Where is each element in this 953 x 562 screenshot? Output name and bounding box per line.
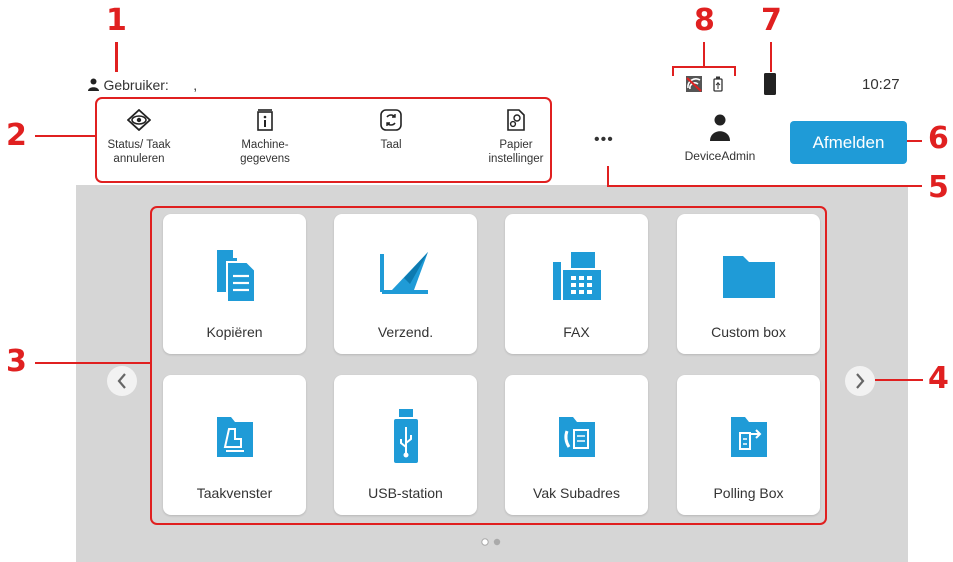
account-icon: [710, 114, 730, 141]
annotation-box-system-menu: [95, 97, 552, 183]
callout-line-3: [35, 362, 150, 364]
user-value: ,: [193, 77, 198, 93]
annotation-bracket-status: [672, 66, 736, 76]
callout-6: 6: [928, 121, 949, 156]
usb-status-icon: [713, 76, 724, 92]
status-icons: [686, 76, 724, 97]
user-icon: [88, 78, 99, 91]
clock: 10:27: [862, 76, 900, 93]
logout-button[interactable]: Afmelden: [790, 121, 907, 164]
callout-2: 2: [6, 118, 27, 153]
annotation-box-function-tiles: [150, 206, 827, 525]
callout-line-8: [703, 42, 705, 66]
next-page-button[interactable]: [845, 366, 875, 396]
callout-line-2: [35, 135, 95, 137]
callout-line-6: [907, 140, 922, 142]
callout-line-7: [770, 42, 772, 72]
wireless-off-icon: [686, 76, 702, 92]
more-menu-button[interactable]: •••: [594, 131, 614, 149]
account-button[interactable]: DeviceAdmin: [670, 114, 770, 163]
page-indicator: [481, 534, 505, 552]
page-dot-1: [481, 538, 489, 546]
chevron-right-icon: [856, 373, 865, 389]
callout-8: 8: [694, 3, 715, 38]
callout-4: 4: [928, 361, 949, 396]
callout-line-1: [115, 42, 118, 72]
previous-page-button[interactable]: [107, 366, 137, 396]
callout-7: 7: [761, 3, 782, 38]
account-name: DeviceAdmin: [684, 149, 756, 163]
page-dot-2: [493, 538, 501, 546]
callout-5: 5: [928, 170, 949, 205]
toner-level-icon: [764, 73, 776, 95]
user-info: Gebruiker: ,: [88, 77, 197, 95]
user-label: Gebruiker:: [103, 77, 169, 93]
callout-line-5b: [607, 185, 922, 187]
callout-line-5a: [607, 166, 609, 186]
callout-1: 1: [106, 3, 127, 38]
callout-3: 3: [6, 344, 27, 379]
chevron-left-icon: [117, 373, 126, 389]
callout-line-4: [875, 379, 923, 381]
